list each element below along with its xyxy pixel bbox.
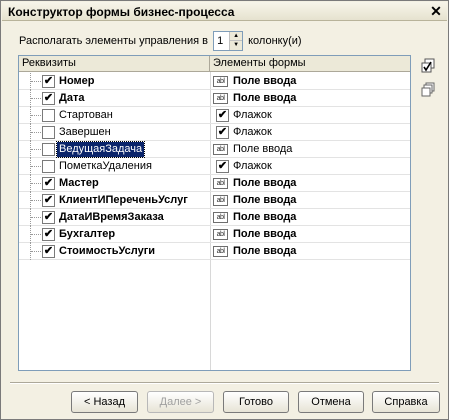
columns-setting: Располагать элементы управления в ▲ ▼ ко… [19, 31, 302, 51]
tree-line [30, 226, 42, 243]
help-button[interactable]: Справка [372, 391, 440, 413]
table-row[interactable]: ✔ Бухгалтер abl Поле ввода [19, 226, 410, 243]
row-checkbox[interactable]: ✔ [42, 75, 55, 88]
copy-button[interactable] [419, 81, 435, 97]
check-all-icon [421, 58, 435, 73]
attribute-name[interactable]: Мастер [59, 176, 99, 191]
table-row[interactable]: ✔ Мастер abl Поле ввода [19, 175, 410, 192]
form-element-type[interactable]: Поле ввода [233, 227, 296, 242]
row-checkbox[interactable]: ✔ [42, 194, 55, 207]
column-header-form-elements[interactable]: Элементы формы [210, 56, 410, 72]
stepper-down-icon[interactable]: ▼ [230, 41, 243, 50]
form-element-type[interactable]: Флажок [233, 159, 272, 174]
row-checkbox[interactable]: ✔ [42, 245, 55, 258]
tree-line [30, 175, 42, 192]
table-row[interactable]: ✔ ДатаИВремяЗаказа abl Поле ввода [19, 209, 410, 226]
attribute-name[interactable]: КлиентИПереченьУслуг [59, 193, 188, 208]
tree-line [30, 73, 42, 90]
row-checkbox[interactable] [42, 109, 55, 122]
input-field-icon: abl [213, 144, 228, 155]
checkbox-element-icon: ✔ [216, 126, 229, 139]
tree-line [30, 209, 42, 226]
check-all-button[interactable] [419, 57, 435, 73]
checkbox-element-icon: ✔ [216, 109, 229, 122]
input-field-icon: abl [213, 93, 228, 104]
tree-line [30, 107, 42, 124]
tree-line [30, 90, 42, 107]
attributes-grid[interactable]: Реквизиты Элементы формы ✔ Номер abl Поле в… [18, 55, 411, 371]
attribute-name[interactable]: Завершен [59, 125, 111, 140]
input-field-icon: abl [213, 229, 228, 240]
columns-label-after: колонку(и) [248, 35, 302, 47]
columns-input[interactable] [214, 32, 230, 50]
table-row[interactable]: ПометкаУдаления ✔ Флажок [19, 158, 410, 175]
table-row[interactable]: ВедущаяЗадача abl Поле ввода [19, 141, 410, 158]
close-icon[interactable]: ✕ [428, 3, 444, 19]
table-row[interactable]: Завершен ✔ Флажок [19, 124, 410, 141]
table-row[interactable]: ✔ Дата abl Поле ввода [19, 90, 410, 107]
form-element-type[interactable]: Поле ввода [233, 244, 296, 259]
title-bar: Конструктор формы бизнес-процесса ✕ [2, 2, 447, 21]
form-element-type[interactable]: Поле ввода [233, 91, 296, 106]
table-row[interactable]: ✔ СтоимостьУслуги abl Поле ввода [19, 243, 410, 260]
row-checkbox[interactable] [42, 143, 55, 156]
input-field-icon: abl [213, 246, 228, 257]
table-row[interactable]: Стартован ✔ Флажок [19, 107, 410, 124]
stepper-up-icon[interactable]: ▲ [230, 32, 243, 41]
attribute-name[interactable]: Номер [59, 74, 95, 89]
form-element-type[interactable]: Поле ввода [233, 193, 296, 208]
columns-label-before: Располагать элементы управления в [19, 35, 208, 47]
attribute-name[interactable]: ДатаИВремяЗаказа [59, 210, 164, 225]
attribute-name[interactable]: Стартован [59, 108, 113, 123]
input-field-icon: abl [213, 195, 228, 206]
footer-separator [10, 382, 439, 384]
columns-stepper[interactable]: ▲ ▼ [213, 31, 244, 51]
table-row[interactable]: ✔ Номер abl Поле ввода [19, 73, 410, 90]
column-header-attributes[interactable]: Реквизиты [19, 56, 210, 72]
row-checkbox[interactable]: ✔ [42, 92, 55, 105]
dialog-window: Конструктор формы бизнес-процесса ✕ Расп… [0, 0, 449, 420]
input-field-icon: abl [213, 76, 228, 87]
table-row[interactable]: ✔ КлиентИПереченьУслуг abl Поле ввода [19, 192, 410, 209]
row-checkbox[interactable]: ✔ [42, 177, 55, 190]
tree-line [30, 124, 42, 141]
input-field-icon: abl [213, 178, 228, 189]
tree-line [30, 192, 42, 209]
row-checkbox[interactable] [42, 160, 55, 173]
attribute-name[interactable]: СтоимостьУслуги [59, 244, 155, 259]
checkbox-element-icon: ✔ [216, 160, 229, 173]
back-button[interactable]: < Назад [71, 391, 138, 413]
attribute-name[interactable]: Дата [59, 91, 84, 106]
form-element-type[interactable]: Флажок [233, 125, 272, 140]
attribute-name[interactable]: Бухгалтер [59, 227, 115, 242]
form-element-type[interactable]: Поле ввода [233, 210, 296, 225]
grid-header: Реквизиты Элементы формы [19, 56, 410, 72]
next-button[interactable]: Далее > [147, 391, 214, 413]
stepper-buttons: ▲ ▼ [229, 32, 243, 50]
input-field-icon: abl [213, 212, 228, 223]
copy-icon [421, 82, 435, 97]
tree-line [30, 158, 42, 175]
form-element-type[interactable]: Поле ввода [233, 176, 296, 191]
form-element-type[interactable]: Флажок [233, 108, 272, 123]
tree-line [30, 243, 42, 260]
attribute-name[interactable]: ПометкаУдаления [59, 159, 152, 174]
window-title: Конструктор формы бизнес-процесса [8, 5, 235, 19]
form-element-type[interactable]: Поле ввода [233, 142, 292, 157]
row-checkbox[interactable] [42, 126, 55, 139]
form-element-type[interactable]: Поле ввода [233, 74, 296, 89]
attribute-name[interactable]: ВедущаяЗадача [55, 141, 146, 158]
row-checkbox[interactable]: ✔ [42, 211, 55, 224]
done-button[interactable]: Готово [223, 391, 289, 413]
row-checkbox[interactable]: ✔ [42, 228, 55, 241]
cancel-button[interactable]: Отмена [298, 391, 364, 413]
tree-line [30, 141, 42, 158]
